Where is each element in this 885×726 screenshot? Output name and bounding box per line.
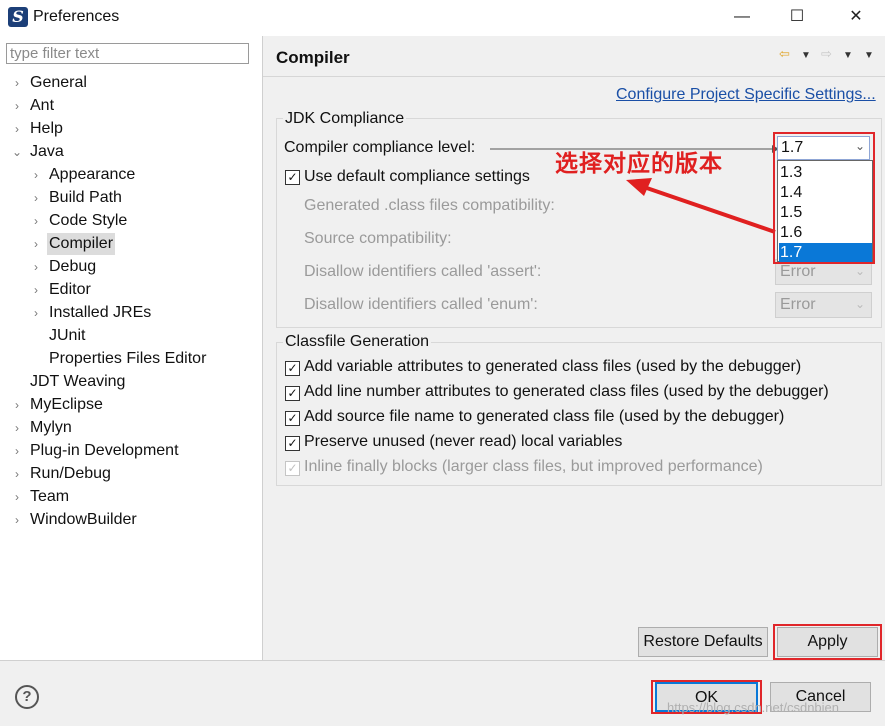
line-number-attributes-label: Add line number attributes to generated … — [304, 383, 829, 400]
chevron-right-icon[interactable]: › — [12, 440, 22, 462]
back-arrow-icon[interactable]: ⇦ — [779, 46, 790, 62]
red-arrow-line — [637, 183, 776, 234]
chevron-right-icon[interactable]: › — [12, 463, 22, 485]
chevron-right-icon[interactable]: › — [12, 509, 22, 531]
restore-defaults-button[interactable]: Restore Defaults — [638, 627, 768, 657]
back-menu-chevron-icon[interactable]: ▼ — [801, 50, 811, 61]
disallow-assert-label: Disallow identifiers called 'assert': — [304, 263, 542, 280]
chevron-down-icon[interactable]: ⌄ — [12, 141, 22, 163]
chevron-right-icon[interactable]: › — [12, 118, 22, 140]
line-number-attributes-checkbox[interactable]: ✓ — [285, 386, 300, 401]
chevron-right-icon[interactable]: › — [31, 302, 41, 324]
highlight-apply-box — [773, 624, 882, 660]
watermark: https://blog.csdn.net/csdnbien — [667, 700, 840, 715]
disallow-enum-label: Disallow identifiers called 'enum': — [304, 296, 538, 313]
preserve-unused-label: Preserve unused (never read) local varia… — [304, 433, 623, 450]
close-button[interactable]: ✕ — [842, 4, 870, 30]
view-menu-icon[interactable]: ▼ — [864, 50, 874, 61]
pane-divider[interactable] — [262, 36, 263, 660]
jdk-compliance-title: JDK Compliance — [283, 110, 407, 128]
page-title: Compiler — [276, 48, 350, 67]
chevron-down-icon: ⌄ — [854, 297, 865, 311]
window-title: Preferences — [33, 8, 120, 25]
variable-attributes-checkbox[interactable]: ✓ — [285, 361, 300, 376]
chevron-right-icon[interactable]: › — [12, 417, 22, 439]
source-compat-label: Source compatibility: — [304, 230, 452, 247]
chevron-right-icon[interactable]: › — [12, 72, 22, 94]
chevron-right-icon[interactable]: › — [12, 394, 22, 416]
source-file-name-checkbox[interactable]: ✓ — [285, 411, 300, 426]
help-icon[interactable]: ? — [15, 685, 39, 709]
inline-finally-label: Inline finally blocks (larger class file… — [304, 458, 763, 475]
maximize-button[interactable]: ☐ — [783, 4, 811, 30]
chevron-right-icon[interactable]: › — [31, 256, 41, 278]
filter-input[interactable] — [6, 43, 249, 64]
chevron-right-icon[interactable]: › — [12, 95, 22, 117]
annotation-text: 选择对应的版本 — [555, 150, 723, 176]
chevron-right-icon[interactable]: › — [31, 279, 41, 301]
chevron-right-icon[interactable]: › — [31, 187, 41, 209]
header-divider — [263, 76, 885, 77]
preserve-unused-checkbox[interactable]: ✓ — [285, 436, 300, 451]
minimize-button[interactable]: — — [728, 4, 756, 30]
chevron-down-icon: ⌄ — [854, 264, 865, 278]
forward-menu-chevron-icon[interactable]: ▼ — [843, 50, 853, 61]
source-file-name-label: Add source file name to generated class … — [304, 408, 785, 425]
chevron-right-icon[interactable]: › — [31, 164, 41, 186]
footer-divider — [0, 660, 885, 661]
forward-arrow-icon[interactable]: ⇨ — [821, 46, 832, 62]
inline-finally-checkbox[interactable]: ✓ — [285, 461, 300, 476]
chevron-right-icon[interactable]: › — [31, 233, 41, 255]
chevron-right-icon[interactable]: › — [31, 210, 41, 232]
variable-attributes-label: Add variable attributes to generated cla… — [304, 358, 802, 375]
compliance-level-label: Compiler compliance level: — [284, 139, 476, 156]
configure-project-settings-link[interactable]: Configure Project Specific Settings... — [616, 86, 876, 104]
chevron-right-icon[interactable]: › — [12, 486, 22, 508]
highlight-compliance-box — [773, 132, 875, 264]
classfile-generation-title: Classfile Generation — [283, 333, 432, 351]
disallow-enum-select[interactable]: Error ⌄ — [775, 292, 872, 318]
use-default-compliance-checkbox[interactable]: ✓ — [285, 170, 300, 185]
app-logo-icon: S — [8, 7, 28, 27]
